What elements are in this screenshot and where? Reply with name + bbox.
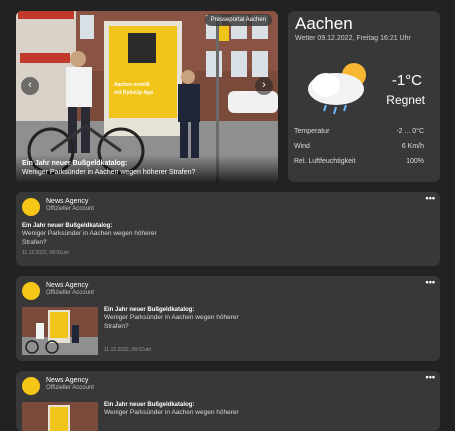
account-label: Offizieller Account [46,385,94,391]
hero-caption-title: Ein Jahr neuer Bußgeldkatalog: [22,160,128,167]
chevron-right-icon: › [262,79,266,91]
poster-line-1: Aachen erstellt [114,82,150,88]
sun-cloud-rain-icon [308,63,366,115]
prev-slide-button[interactable]: ‹ [21,77,39,95]
more-dots-icon[interactable]: ••• [426,372,435,382]
weather-row-temperature: Temperatur -2 ... 0°C [294,128,424,135]
post-body: Ein Jahr neuer Bußgeldkatalog: Weniger P… [104,402,254,417]
news-post[interactable]: News Agency Offizieller Account ••• Ein … [16,192,440,266]
account-label: Offizieller Account [46,290,94,296]
avatar[interactable] [22,377,40,395]
post-text: Weniger Parksünder in Aachen wegen höher… [22,230,157,246]
agency-name[interactable]: News Agency [46,377,88,384]
more-dots-icon[interactable]: ••• [426,193,435,203]
hero-caption: Ein Jahr neuer Bußgeldkatalog: Weniger P… [16,155,278,182]
poster-text: Aachen erstellt mit RydeUp-App [114,81,153,97]
weather-city: Aachen [295,14,353,33]
agency-name[interactable]: News Agency [46,198,88,205]
avatar[interactable] [22,282,40,300]
weather-row-humidity: Rel. Luftfeuchtigkeit 100% [294,158,424,165]
weather-card: Aachen Wetter 09.12.2022, Freitag 16:21 … [288,11,440,182]
post-body: Ein Jahr neuer Bußgeldkatalog: Weniger P… [104,307,254,331]
more-dots-icon[interactable]: ••• [426,277,435,287]
hero-caption-text: Weniger Parksünder in Aachen wegen höher… [22,169,196,176]
weather-row-label: Temperatur [294,128,330,135]
weather-row-value: -2 ... 0°C [396,128,424,135]
next-slide-button[interactable]: › [255,77,273,95]
weather-row-label: Wind [294,143,310,150]
post-thumbnail[interactable] [22,307,98,355]
poster-line-2: mit RydeUp-App [114,90,154,96]
post-thumbnail-image [22,307,98,355]
news-post[interactable]: News Agency Offizieller Account ••• Ein … [16,276,440,361]
post-thumbnail-image [22,402,98,431]
weather-row-wind: Wind 6 Km/h [294,143,424,150]
weather-row-value: 6 Km/h [401,143,424,150]
weather-datetime: Wetter 09.12.2022, Freitag 16:21 Uhr [295,35,411,42]
post-text: Weniger Parksünder in Aachen wegen höher… [104,314,239,330]
weather-condition: Regnet [386,93,425,107]
weather-temperature: -1°C [391,72,422,89]
news-post[interactable]: News Agency Offizieller Account ••• Ein … [16,371,440,431]
hero-news-card[interactable]: Aachen erstellt mit RydeUp-App Pressepor… [16,11,278,182]
post-body: Ein Jahr neuer Bußgeldkatalog: Weniger P… [22,223,172,256]
post-thumbnail[interactable] [22,402,98,431]
weather-row-value: 100% [406,158,424,165]
weather-row-label: Rel. Luftfeuchtigkeit [294,158,356,165]
post-date: 11.12.2022, 08:02uhr [22,250,70,256]
chevron-left-icon: ‹ [28,79,32,91]
agency-name[interactable]: News Agency [46,282,88,289]
source-badge[interactable]: Presseportal Aachen [204,14,272,26]
post-date: 11.12.2022, 08:02uhr [104,347,152,353]
account-label: Offizieller Account [46,206,94,212]
avatar[interactable] [22,198,40,216]
